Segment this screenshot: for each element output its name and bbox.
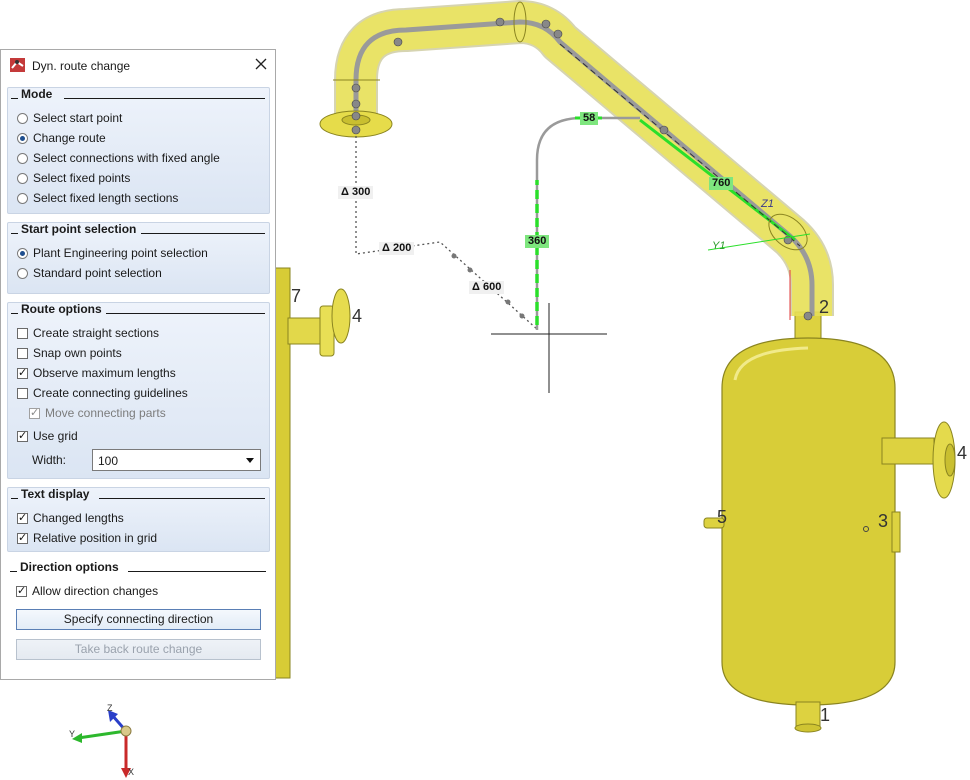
route-options-group-title: Route options: [21, 302, 102, 316]
triad-label-x: X: [128, 767, 135, 777]
radio-select-start-point[interactable]: Select start point: [17, 109, 122, 127]
direction-options-group-title: Direction options: [20, 560, 119, 574]
coordinate-triad: [72, 710, 132, 778]
new-route: [535, 116, 640, 330]
checkbox[interactable]: [17, 327, 28, 339]
mode-group-title: Mode: [21, 87, 53, 101]
right-vessel: [703, 311, 956, 733]
checkbox-checked[interactable]: ✓: [17, 367, 28, 379]
connection-number-2: 2: [819, 297, 830, 317]
check-create-connecting-guidelines[interactable]: Create connecting guidelines: [17, 384, 188, 402]
check-observe-maximum-lengths[interactable]: ✓ Observe maximum lengths: [17, 364, 176, 382]
app-icon: [10, 58, 25, 72]
connection-number-4-right: 4: [957, 443, 968, 463]
take-back-route-change-button: Take back route change: [16, 639, 261, 660]
checkbox-checked[interactable]: ✓: [17, 512, 28, 524]
crosshair-cursor: [491, 303, 607, 393]
checkbox-checked[interactable]: ✓: [17, 430, 28, 442]
delta-600-label: Δ 600: [469, 281, 505, 294]
radio-button[interactable]: [17, 152, 28, 164]
radio-standard-point-selection[interactable]: Standard point selection: [17, 264, 162, 282]
radio-button[interactable]: [17, 172, 28, 184]
dialog-titlebar[interactable]: Dyn. route change: [1, 50, 275, 80]
length-58-label: 58: [580, 112, 599, 125]
direction-options-group: Direction options ✓ Allow direction chang…: [7, 560, 270, 671]
radio-change-route[interactable]: Change route: [17, 129, 106, 147]
triad-label-y: Y: [69, 729, 76, 739]
dyn-route-change-dialog: Dyn. route change Mode Select start poin…: [0, 49, 276, 680]
text-display-group-title: Text display: [21, 487, 90, 501]
width-label: Width:: [32, 453, 67, 467]
check-move-connecting-parts: ✓ Move connecting parts: [29, 406, 166, 420]
checkbox[interactable]: [17, 347, 28, 359]
checkbox-checked-disabled: ✓: [29, 406, 40, 419]
radio-button[interactable]: [17, 112, 28, 124]
dialog-title: Dyn. route change: [32, 59, 131, 73]
check-create-straight-sections[interactable]: Create straight sections: [17, 324, 159, 342]
radio-select-fixed-points[interactable]: Select fixed points: [17, 169, 130, 187]
radio-button[interactable]: [17, 192, 28, 204]
connection-number-7: 7: [291, 286, 302, 306]
radio-plant-engineering-point-selection[interactable]: Plant Engineering point selection: [17, 244, 208, 262]
radio-select-connections-fixed-angle[interactable]: Select connections with fixed angle: [17, 149, 220, 167]
width-value: 100: [98, 454, 119, 468]
start-point-group: Start point selection Plant Engineering …: [7, 222, 270, 294]
delta-300-label: Δ 300: [338, 186, 374, 199]
previous-route-dotted: [355, 136, 539, 331]
checkbox-checked[interactable]: ✓: [16, 585, 27, 597]
connection-number-4-left: 4: [352, 306, 363, 326]
length-360-label: 360: [525, 235, 550, 248]
radio-button[interactable]: [17, 267, 28, 279]
left-vessel: [267, 267, 351, 679]
connection-number-1: 1: [820, 705, 831, 725]
checkbox[interactable]: [17, 387, 28, 399]
mode-group: Mode Select start point Change route Sel…: [7, 87, 270, 214]
radio-button-selected[interactable]: [17, 247, 28, 259]
route-options-group: Route options Create straight sections S…: [7, 302, 270, 479]
check-relative-position-in-grid[interactable]: ✓ Relative position in grid: [17, 529, 157, 547]
length-760-label: 760: [709, 177, 734, 190]
check-changed-lengths[interactable]: ✓ Changed lengths: [17, 509, 124, 527]
delta-200-label: Δ 200: [379, 242, 415, 255]
start-point-group-title: Start point selection: [21, 222, 137, 236]
checkbox-checked[interactable]: ✓: [17, 532, 28, 544]
width-dropdown[interactable]: 100: [92, 449, 261, 471]
chevron-down-icon[interactable]: [246, 458, 254, 463]
pipe-route[interactable]: [319, 0, 834, 321]
radio-button-selected[interactable]: [17, 132, 28, 144]
triad-label-z: Z: [107, 703, 113, 713]
check-allow-direction-changes[interactable]: ✓ Allow direction changes: [16, 582, 158, 600]
check-use-grid[interactable]: ✓ Use grid: [17, 427, 78, 445]
radio-select-fixed-length-sections[interactable]: Select fixed length sections: [17, 189, 178, 207]
specify-connecting-direction-button[interactable]: Specify connecting direction: [16, 609, 261, 630]
connection-number-3: 3: [878, 511, 889, 531]
text-display-group: Text display ✓ Changed lengths ✓ Relative …: [7, 487, 270, 552]
axis-label-z1: Z1: [761, 198, 774, 210]
check-snap-own-points[interactable]: Snap own points: [17, 344, 122, 362]
axis-label-y1: Y1: [712, 240, 726, 252]
close-icon[interactable]: [253, 56, 269, 72]
connection-number-5: 5: [717, 507, 728, 527]
